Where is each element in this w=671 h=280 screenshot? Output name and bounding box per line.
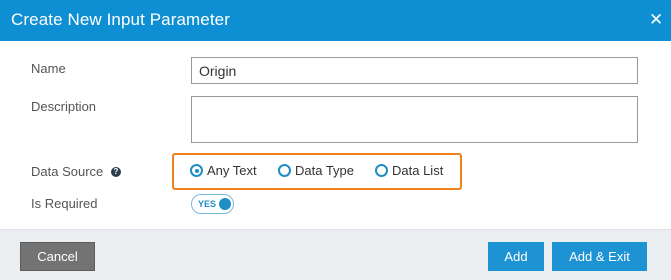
radio-label: Data List <box>392 163 444 178</box>
radio-circle-icon <box>190 164 203 177</box>
add-and-exit-button[interactable]: Add & Exit <box>552 242 647 271</box>
radio-data-list[interactable]: Data List <box>375 162 457 180</box>
radio-circle-icon <box>278 164 291 177</box>
description-textarea[interactable] <box>191 96 638 143</box>
name-label: Name <box>31 61 66 76</box>
is-required-label: Is Required <box>31 196 98 211</box>
radio-circle-icon <box>375 164 388 177</box>
dialog-title: Create New Input Parameter <box>11 10 230 29</box>
radio-label: Any Text <box>207 163 257 178</box>
radio-selected-dot <box>194 168 199 173</box>
data-source-label: Data Source <box>31 164 104 179</box>
dialog-header: Create New Input Parameter ✕ <box>0 0 671 41</box>
close-icon[interactable]: ✕ <box>649 11 663 28</box>
toggle-state-text: YES <box>198 199 217 209</box>
create-input-parameter-dialog: Create New Input Parameter ✕ Name Descri… <box>0 0 671 280</box>
description-label: Description <box>31 99 97 114</box>
radio-any-text[interactable]: Any Text <box>190 162 265 180</box>
name-input[interactable] <box>191 57 638 84</box>
toggle-knob <box>219 198 231 210</box>
radio-label: Data Type <box>295 163 355 178</box>
add-button[interactable]: Add <box>488 242 544 271</box>
cancel-button[interactable]: Cancel <box>20 242 95 271</box>
question-circle-icon[interactable]: ? <box>111 167 121 177</box>
is-required-toggle[interactable]: YES <box>191 194 234 214</box>
radio-data-type[interactable]: Data Type <box>278 162 360 180</box>
